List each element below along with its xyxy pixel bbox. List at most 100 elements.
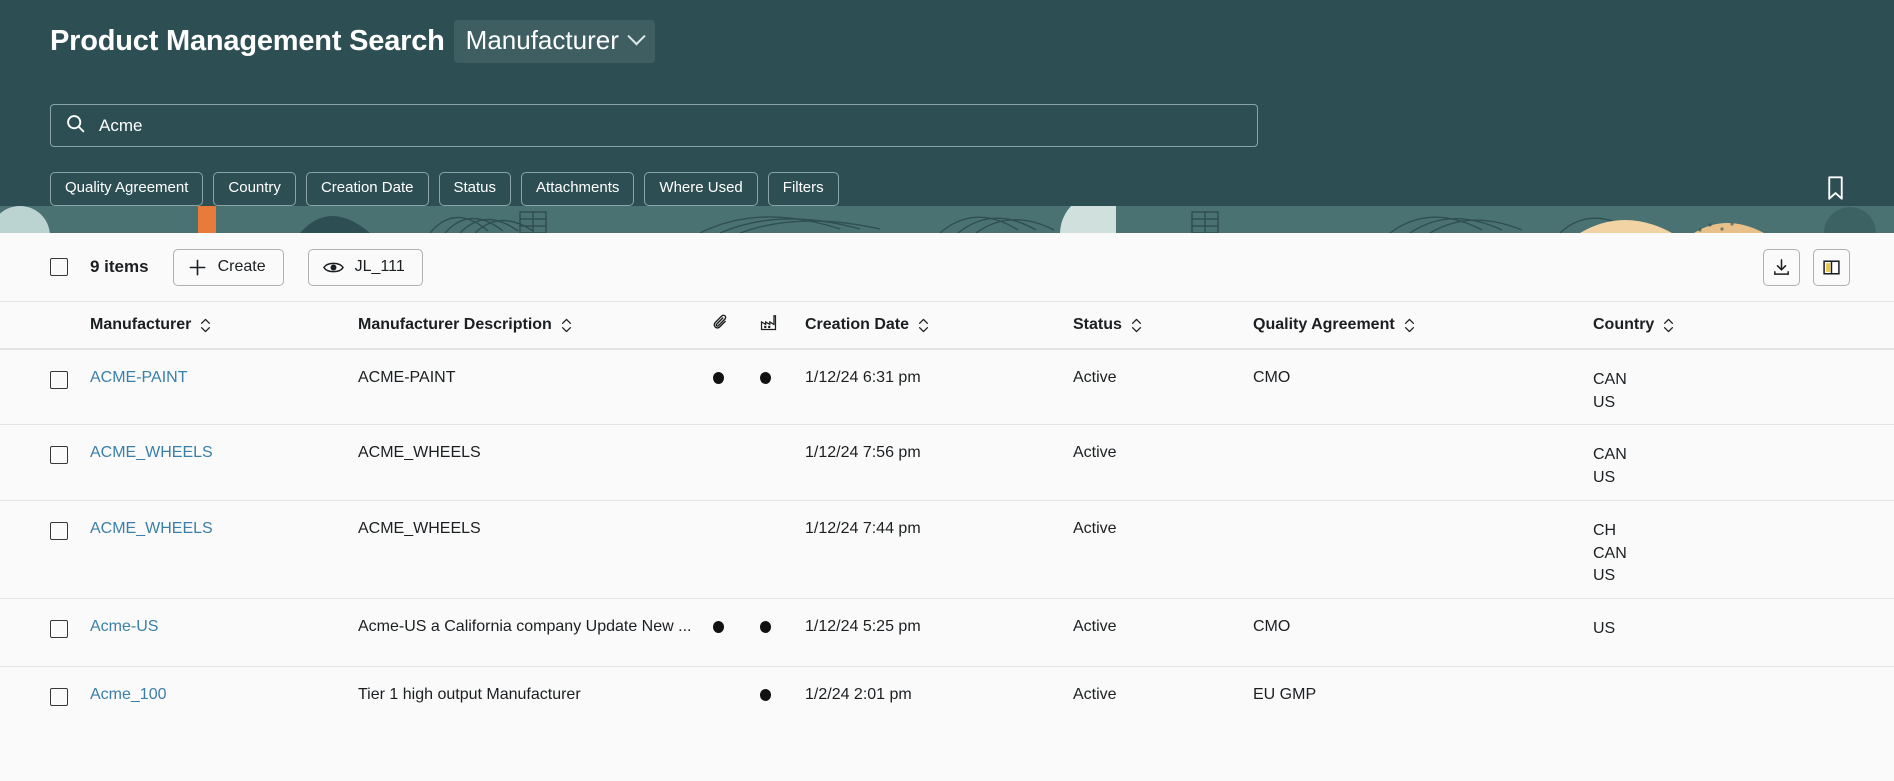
country-code: CH xyxy=(1593,521,1617,539)
cell-factory xyxy=(760,618,805,638)
description-text: Tier 1 high output Manufacturer xyxy=(358,686,581,704)
filter-chip-attachments[interactable]: Attachments xyxy=(521,172,635,206)
manufacturer-link[interactable]: ACME_WHEELS xyxy=(90,444,213,461)
table-row[interactable]: ACME-PAINT ACME-PAINT 1/12/24 6:31 pm Ac… xyxy=(0,349,1894,424)
creation-date-text: 1/2/24 2:01 pm xyxy=(805,686,912,704)
sort-description[interactable]: Manufacturer Description xyxy=(358,316,572,334)
cell-quality-agreement: CMO xyxy=(1253,369,1593,387)
filter-chip-filters[interactable]: Filters xyxy=(767,172,839,206)
cell-creation-date: 1/12/24 5:25 pm xyxy=(805,618,1073,636)
search-icon xyxy=(65,113,86,139)
saved-view-button[interactable]: JL_111 xyxy=(307,248,423,286)
cell-quality-agreement: CMO xyxy=(1253,618,1593,636)
table-row[interactable]: ACME_WHEELS ACME_WHEELS 1/12/24 7:56 pm … xyxy=(0,424,1894,499)
quality-agreement-text: CMO xyxy=(1253,618,1291,636)
status-text: Active xyxy=(1073,444,1117,462)
description-text: ACME_WHEELS xyxy=(358,519,481,537)
country-code: US xyxy=(1593,620,1616,638)
header-label-description: Manufacturer Description xyxy=(358,316,552,333)
cell-status: Active xyxy=(1073,618,1253,636)
header-label-creation-date: Creation Date xyxy=(805,316,910,333)
row-checkbox[interactable] xyxy=(50,688,68,707)
filter-chip-creation-date[interactable]: Creation Date xyxy=(305,172,429,206)
table-header-row: Manufacturer Manufacturer Description Cr… xyxy=(0,301,1894,349)
sort-status[interactable]: Status xyxy=(1073,316,1142,334)
row-select-cell xyxy=(50,444,90,469)
search-input-value: Acme xyxy=(99,115,143,135)
select-all-checkbox[interactable] xyxy=(50,258,68,276)
filter-chip-quality-agreement[interactable]: Quality Agreement xyxy=(50,172,204,206)
factory-indicator-dot xyxy=(760,689,771,702)
table-row[interactable]: Acme-US Acme-US a California company Upd… xyxy=(0,598,1894,666)
quality-agreement-text: EU GMP xyxy=(1253,686,1317,704)
cell-factory xyxy=(760,444,805,464)
row-checkbox[interactable] xyxy=(50,371,68,389)
manufacturer-link[interactable]: Acme-US xyxy=(90,618,158,635)
toolbar-left-group: 9 items Create JL_111 xyxy=(50,248,423,286)
row-checkbox[interactable] xyxy=(50,521,68,540)
chevron-down-icon xyxy=(627,26,646,45)
cell-manufacturer: Acme_100 xyxy=(90,686,358,704)
country-code: US xyxy=(1593,567,1616,585)
manufacturer-link[interactable]: Acme_100 xyxy=(90,686,167,703)
cell-creation-date: 1/12/24 6:31 pm xyxy=(805,369,1073,387)
columns-icon[interactable] xyxy=(1813,248,1850,286)
filter-chip-status[interactable]: Status xyxy=(438,172,512,206)
filter-chip-country[interactable]: Country xyxy=(213,172,296,206)
header-cell-description: Manufacturer Description xyxy=(358,316,713,334)
search-input[interactable]: Acme xyxy=(50,104,1258,147)
item-count-label: 9 items xyxy=(90,257,149,276)
row-checkbox[interactable] xyxy=(50,620,68,639)
sort-creation-date[interactable]: Creation Date xyxy=(805,316,929,334)
row-select-cell xyxy=(50,520,90,545)
toolbar-right-group xyxy=(1763,248,1850,286)
cell-quality-agreement: EU GMP xyxy=(1253,686,1593,704)
create-button-label: Create xyxy=(217,258,266,275)
sort-manufacturer[interactable]: Manufacturer xyxy=(90,316,211,334)
description-text: ACME_WHEELS xyxy=(358,444,481,462)
cell-attachments xyxy=(713,686,760,706)
sort-quality-agreement[interactable]: Quality Agreement xyxy=(1253,316,1415,334)
cell-country: US xyxy=(1593,618,1850,641)
manufacturer-link[interactable]: ACME-PAINT xyxy=(90,369,187,386)
cell-country: CAN US xyxy=(1593,369,1850,414)
saved-view-label: JL_111 xyxy=(354,258,405,275)
status-text: Active xyxy=(1073,686,1117,704)
cell-description: Tier 1 high output Manufacturer xyxy=(358,686,713,704)
sort-updown-icon xyxy=(918,318,929,333)
header-label-status: Status xyxy=(1073,316,1122,333)
filter-chip-where-used[interactable]: Where Used xyxy=(644,172,758,206)
cell-status: Active xyxy=(1073,444,1253,462)
header-label-manufacturer: Manufacturer xyxy=(90,316,192,333)
cell-factory xyxy=(760,520,805,540)
sort-updown-icon xyxy=(1663,318,1674,333)
country-code: CAN xyxy=(1593,544,1627,562)
cell-status: Active xyxy=(1073,369,1253,387)
table-row[interactable]: ACME_WHEELS ACME_WHEELS 1/12/24 7:44 pm … xyxy=(0,499,1894,598)
table-row[interactable]: Acme_100 Tier 1 high output Manufacturer… xyxy=(0,666,1894,734)
create-button[interactable]: Create xyxy=(172,248,284,286)
manufacturer-link[interactable]: ACME_WHEELS xyxy=(90,520,213,537)
description-text: ACME-PAINT xyxy=(358,369,456,386)
cell-factory xyxy=(760,369,805,389)
cell-manufacturer: ACME_WHEELS xyxy=(90,444,358,462)
sort-updown-icon xyxy=(1131,318,1142,333)
cell-creation-date: 1/12/24 7:56 pm xyxy=(805,444,1073,462)
cell-attachments xyxy=(713,444,760,464)
cell-description: ACME_WHEELS xyxy=(358,444,713,462)
entity-type-dropdown[interactable]: Manufacturer xyxy=(453,19,655,63)
bookmark-icon[interactable] xyxy=(1825,175,1846,201)
download-icon[interactable] xyxy=(1763,248,1800,286)
cell-status: Active xyxy=(1073,686,1253,704)
plus-icon xyxy=(188,258,207,277)
page-header: Product Management Search Manufacturer A… xyxy=(0,0,1894,233)
header-label-quality-agreement: Quality Agreement xyxy=(1253,316,1395,333)
factory-icon xyxy=(760,315,777,335)
cell-description: Acme-US a California company Update New … xyxy=(358,618,713,636)
filter-chip-list: Quality Agreement Country Creation Date … xyxy=(50,172,839,206)
sort-country[interactable]: Country xyxy=(1593,316,1674,334)
cell-factory xyxy=(760,686,805,706)
row-checkbox[interactable] xyxy=(50,446,68,465)
header-cell-manufacturer: Manufacturer xyxy=(90,316,358,334)
status-text: Active xyxy=(1073,519,1117,537)
